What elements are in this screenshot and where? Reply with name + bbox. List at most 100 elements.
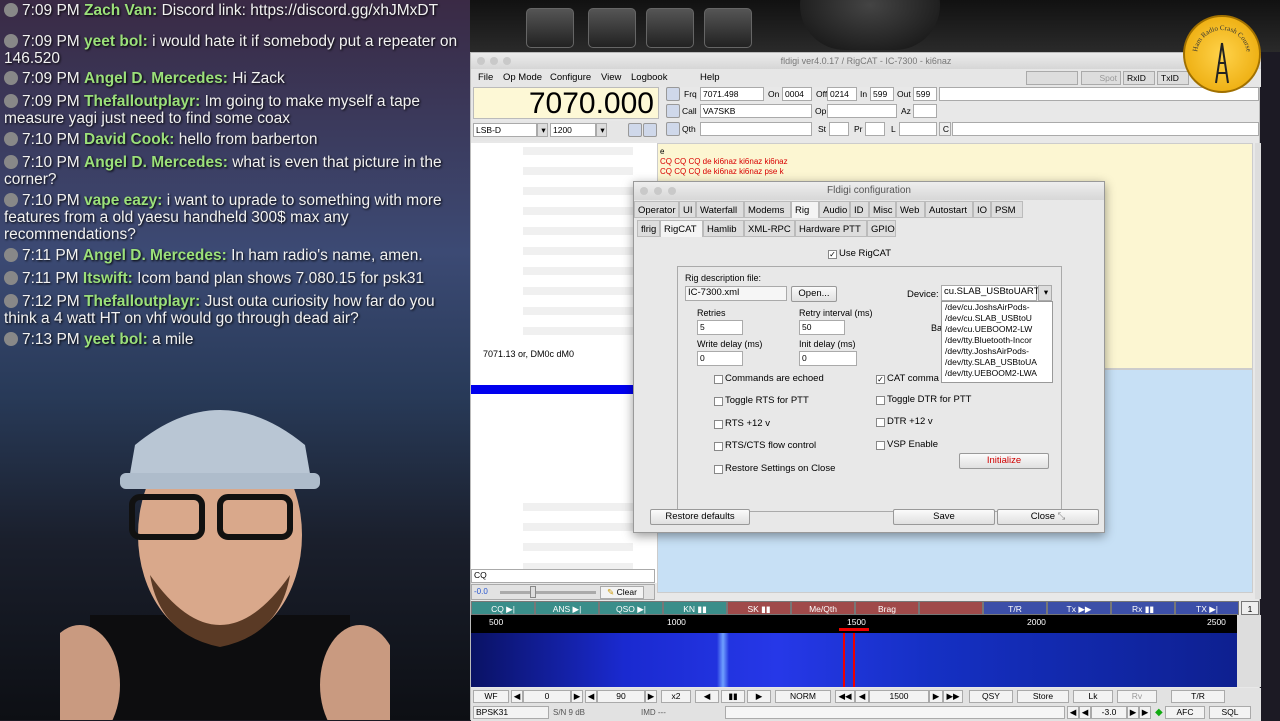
qth-field[interactable] xyxy=(700,122,812,136)
restore-defaults-button[interactable]: Restore defaults xyxy=(650,509,750,525)
macro-tx2-button[interactable]: TX ▶| xyxy=(1175,601,1239,615)
off-field[interactable]: 0214 xyxy=(827,87,857,101)
vsp-enable-checkbox[interactable] xyxy=(876,441,885,450)
afc-button[interactable]: AFC xyxy=(1165,706,1205,719)
macro-ans-button[interactable]: ANS ▶| xyxy=(535,601,599,615)
device-option[interactable]: /dev/cu.UEBOOM2-LW xyxy=(945,324,1052,335)
device-select[interactable]: cu.SLAB_USBtoUART xyxy=(941,285,1039,301)
macro-cq-button[interactable]: CQ ▶| xyxy=(471,601,535,615)
increase-icon[interactable]: ▶ xyxy=(571,690,583,703)
menu-help[interactable]: Help xyxy=(700,72,720,83)
macro-empty-button[interactable] xyxy=(919,601,983,615)
device-option[interactable]: /dev/tty.SLAB_USBtoUA xyxy=(945,357,1052,368)
settings-icon[interactable] xyxy=(628,123,642,137)
call-field[interactable]: VA7SKB xyxy=(700,104,812,118)
menu-configure[interactable]: Configure xyxy=(550,72,591,83)
locator-field[interactable] xyxy=(899,122,937,136)
save-button[interactable]: Save xyxy=(893,509,995,525)
tab-waterfall[interactable]: Waterfall xyxy=(696,201,744,218)
cat-command-checkbox[interactable]: ✓ xyxy=(876,375,885,384)
chevron-down-icon[interactable]: ▾ xyxy=(1038,285,1052,301)
menu-file[interactable]: File xyxy=(478,72,493,83)
st-field[interactable] xyxy=(829,122,849,136)
device-option[interactable]: /dev/tty.UEBOOM2-LWA xyxy=(945,368,1052,379)
macro-rx-button[interactable]: Rx ▮▮ xyxy=(1111,601,1175,615)
wf-mode-button[interactable]: WF xyxy=(473,690,509,703)
menu-view[interactable]: View xyxy=(601,72,621,83)
decrease-icon[interactable]: ◀ xyxy=(585,690,597,703)
initialize-button[interactable]: Initialize xyxy=(959,453,1049,469)
reverse-button[interactable]: Rv xyxy=(1117,690,1157,703)
tab-autostart[interactable]: Autostart xyxy=(925,201,973,218)
subtab-gpio[interactable]: GPIO xyxy=(867,220,896,237)
rig-desc-field[interactable]: IC-7300.xml xyxy=(685,286,787,301)
frequency-display[interactable]: 7070.000 xyxy=(473,87,659,120)
toggle-dtr-checkbox[interactable] xyxy=(876,396,885,405)
search-icon[interactable] xyxy=(666,87,680,101)
tab-audio[interactable]: Audio xyxy=(819,201,850,218)
menu-logbook[interactable]: Logbook xyxy=(631,72,667,83)
retry-interval-field[interactable]: 50 xyxy=(799,320,845,335)
close-dialog-button[interactable] xyxy=(640,187,648,195)
device-option[interactable]: /dev/tty.JoshsAirPods- xyxy=(945,346,1052,357)
op-field[interactable] xyxy=(827,104,897,118)
tab-io[interactable]: IO xyxy=(973,201,991,218)
rst-out-field[interactable]: 599 xyxy=(913,87,937,101)
macro-sk-button[interactable]: SK ▮▮ xyxy=(727,601,791,615)
forward-icon[interactable]: ▶ xyxy=(929,690,943,703)
tab-psm[interactable]: PSM xyxy=(991,201,1023,218)
commands-echoed-checkbox[interactable] xyxy=(714,375,723,384)
rxid-button[interactable]: RxID xyxy=(1123,71,1155,85)
user-icon[interactable] xyxy=(666,104,680,118)
zoom-button[interactable]: x2 xyxy=(661,690,691,703)
selected-channel-bar[interactable] xyxy=(471,385,633,394)
lock-button[interactable]: Lk xyxy=(1073,690,1113,703)
subtab-hamlib[interactable]: Hamlib xyxy=(703,220,744,237)
decrease-icon[interactable]: ◀ xyxy=(1067,706,1079,719)
macro-brag-button[interactable]: Brag xyxy=(855,601,919,615)
tab-id[interactable]: ID xyxy=(850,201,869,218)
tx-level-field[interactable]: -3.0 xyxy=(1091,706,1127,719)
device-option[interactable]: /dev/cu.JoshsAirPods- xyxy=(945,302,1052,313)
open-button[interactable]: Open... xyxy=(791,286,837,302)
frq-field[interactable]: 7071.498 xyxy=(700,87,764,101)
close-button[interactable]: Close ⤡ xyxy=(997,509,1099,525)
macro-page-button[interactable]: 1 xyxy=(1241,601,1259,615)
rst-in-field[interactable]: 599 xyxy=(870,87,894,101)
squelch-slider[interactable] xyxy=(500,591,596,594)
zoom-window-button[interactable] xyxy=(503,57,511,65)
spot-button[interactable]: Spot xyxy=(1081,71,1121,85)
menu-op-mode[interactable]: Op Mode xyxy=(503,72,542,83)
rewind-icon[interactable]: ◀ xyxy=(695,690,719,703)
chevron-down-icon[interactable]: ▾ xyxy=(596,123,607,137)
device-option[interactable]: /dev/tty.Bluetooth-Incor xyxy=(945,335,1052,346)
subtab-hardware-ptt[interactable]: Hardware PTT xyxy=(795,220,867,237)
list-icon[interactable] xyxy=(643,123,657,137)
device-option[interactable]: /dev/cu.SLAB_USBtoU xyxy=(945,313,1052,324)
retries-field[interactable]: 5 xyxy=(697,320,743,335)
fast-back-icon[interactable]: ◀◀ xyxy=(835,690,855,703)
fast-forward-icon[interactable]: ▶▶ xyxy=(943,690,963,703)
sql-button[interactable]: SQL xyxy=(1209,706,1251,719)
subtab-rigcat[interactable]: RigCAT xyxy=(660,220,703,237)
bandwidth-select[interactable]: 1200 xyxy=(550,123,596,137)
pause-icon[interactable]: ▮▮ xyxy=(721,690,745,703)
tab-web[interactable]: Web xyxy=(896,201,925,218)
increase-icon[interactable]: ▶ xyxy=(645,690,657,703)
clear-button[interactable]: ✎ Clear xyxy=(600,586,644,599)
macro-qso-button[interactable]: QSO ▶| xyxy=(599,601,663,615)
c-label[interactable]: C xyxy=(939,122,951,136)
device-dropdown-list[interactable]: /dev/cu.JoshsAirPods-/dev/cu.SLAB_USBtoU… xyxy=(941,301,1053,383)
mode-select[interactable]: LSB-D xyxy=(473,123,537,137)
write-delay-field[interactable]: 0 xyxy=(697,351,743,366)
minimize-dialog-button[interactable] xyxy=(654,187,662,195)
init-delay-field[interactable]: 0 xyxy=(799,351,857,366)
tab-ui[interactable]: UI xyxy=(679,201,696,218)
carrier-freq-field[interactable]: 1500 xyxy=(869,690,929,703)
close-window-button[interactable] xyxy=(477,57,485,65)
tab-rig[interactable]: Rig xyxy=(791,201,819,218)
play-icon[interactable]: ▶ xyxy=(747,690,771,703)
wf-range-field[interactable]: 90 xyxy=(597,690,645,703)
minimize-window-button[interactable] xyxy=(490,57,498,65)
rts-12v-checkbox[interactable] xyxy=(714,420,723,429)
